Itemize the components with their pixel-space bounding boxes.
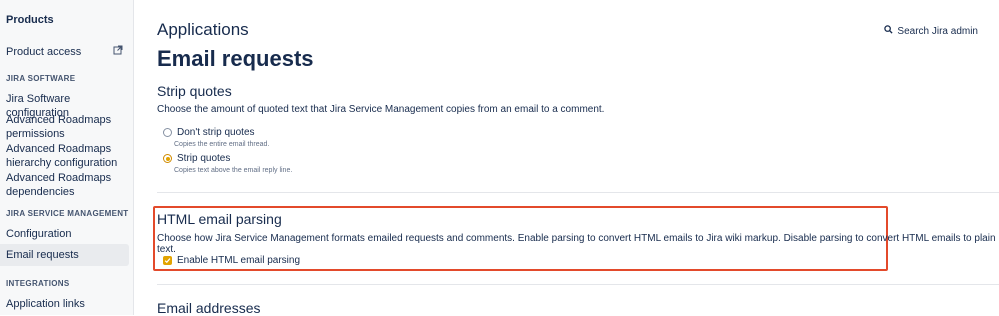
checkbox-label: Enable HTML email parsing [177, 255, 301, 266]
search-jira-admin-link[interactable]: Search Jira admin [884, 25, 978, 37]
radio-dont-strip-quotes[interactable]: Don't strip quotes [163, 127, 255, 138]
html-parsing-title: HTML email parsing [157, 211, 282, 227]
email-addresses-title: Email addresses [157, 300, 261, 316]
section-divider [157, 192, 999, 193]
sidebar-item-configuration[interactable]: Configuration [0, 227, 129, 241]
radio-helper-text: Copies the entire email thread. [174, 141, 270, 148]
sidebar-heading-integrations: INTEGRATIONS [6, 279, 70, 288]
radio-button[interactable] [163, 128, 172, 137]
radio-button-selected[interactable] [163, 154, 172, 163]
strip-quotes-description: Choose the amount of quoted text that Ji… [157, 104, 605, 115]
sidebar-item-application-links[interactable]: Application links [0, 297, 129, 311]
enable-html-parsing-checkbox-row[interactable]: Enable HTML email parsing [163, 255, 300, 266]
sidebar-item-advanced-roadmaps-dependencies[interactable]: Advanced Roadmaps dependencies [0, 171, 129, 199]
admin-sidebar: Products Product access JIRA SOFTWARE Ji… [0, 0, 134, 315]
section-divider [157, 284, 999, 285]
main-content: Applications Email requests Search Jira … [133, 0, 999, 316]
checkbox-checked[interactable] [163, 256, 172, 265]
strip-quotes-title: Strip quotes [157, 83, 232, 99]
radio-label: Don't strip quotes [177, 127, 255, 138]
sidebar-item-advanced-roadmaps-hierarchy[interactable]: Advanced Roadmaps hierarchy configuratio… [0, 142, 133, 170]
search-icon [884, 25, 893, 37]
sidebar-heading-jira-service-management: JIRA SERVICE MANAGEMENT [6, 209, 129, 218]
radio-helper-text: Copies text above the email reply line. [174, 167, 293, 174]
breadcrumb: Applications [157, 20, 249, 39]
sidebar-item-label: Product access [6, 46, 82, 58]
radio-label: Strip quotes [177, 153, 231, 164]
search-link-label: Search Jira admin [897, 25, 978, 37]
sidebar-item-advanced-roadmaps-permissions[interactable]: Advanced Roadmaps permissions [0, 113, 129, 141]
page-title: Email requests [157, 46, 314, 71]
radio-strip-quotes[interactable]: Strip quotes [163, 153, 230, 164]
sidebar-item-product-access[interactable]: Product access [0, 45, 129, 59]
sidebar-heading-jira-software: JIRA SOFTWARE [6, 74, 76, 83]
sidebar-title: Products [6, 14, 54, 26]
html-parsing-description: Choose how Jira Service Management forma… [157, 233, 996, 255]
checkmark-icon [164, 258, 171, 264]
sidebar-item-email-requests[interactable]: Email requests [0, 244, 129, 266]
external-link-icon [113, 45, 123, 59]
